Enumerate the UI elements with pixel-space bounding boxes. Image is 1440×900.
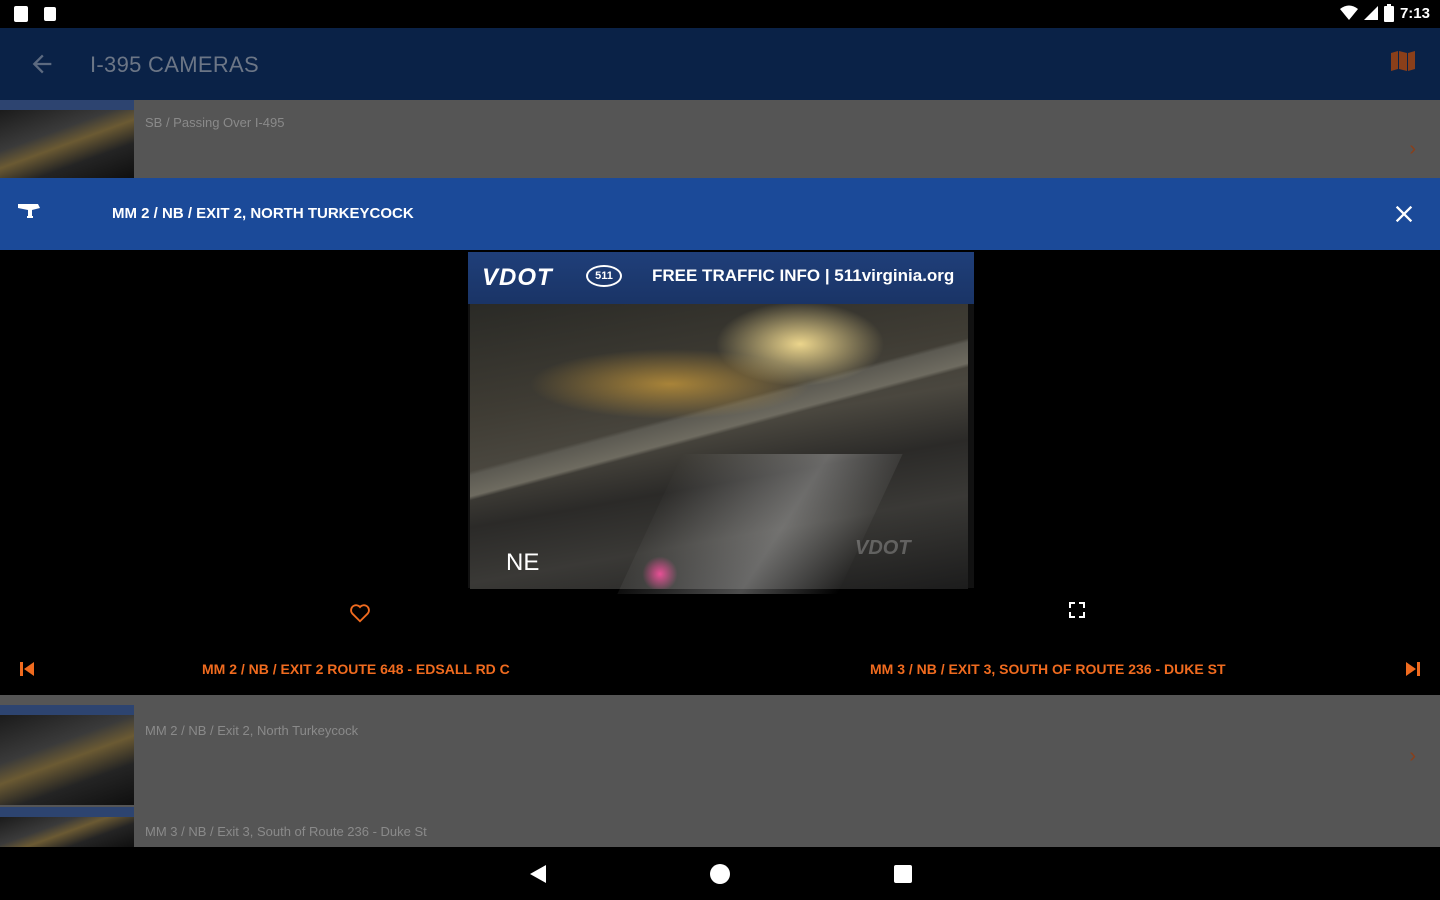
status-indicators: 7:13 bbox=[1339, 4, 1430, 22]
notification-icons bbox=[14, 6, 56, 22]
close-icon[interactable] bbox=[1390, 200, 1418, 228]
camera-image[interactable]: VDOT 511 FREE TRAFFIC INFO | 511virginia… bbox=[468, 252, 974, 594]
list-item[interactable]: MM 2 / NB / Exit 2, North Turkeycock › M… bbox=[0, 695, 1440, 847]
camera-banner: VDOT 511 FREE TRAFFIC INFO | 511virginia… bbox=[468, 252, 974, 304]
status-bar: 7:13 bbox=[0, 0, 1440, 28]
camera-thumbnail bbox=[0, 705, 134, 805]
vdot-logo: VDOT bbox=[482, 264, 553, 291]
map-icon[interactable] bbox=[1390, 50, 1416, 72]
back-triangle-icon[interactable] bbox=[528, 864, 548, 884]
dialog-body: VDOT 511 FREE TRAFFIC INFO | 511virginia… bbox=[0, 250, 1440, 695]
camera-thumbnail bbox=[0, 100, 134, 178]
skip-previous-icon[interactable] bbox=[18, 660, 36, 678]
arrow-left-icon[interactable] bbox=[28, 50, 56, 78]
battery-icon bbox=[1383, 4, 1394, 22]
chevron-right-icon: › bbox=[1409, 745, 1416, 767]
home-circle-icon[interactable] bbox=[710, 864, 730, 884]
next-camera-link[interactable]: MM 3 / NB / EXIT 3, SOUTH OF ROUTE 236 -… bbox=[870, 661, 1226, 677]
wifi-icon bbox=[1339, 5, 1358, 20]
list-item-label: SB / Passing Over I-495 bbox=[145, 115, 285, 130]
heart-icon[interactable] bbox=[349, 602, 371, 624]
fullscreen-icon[interactable] bbox=[1067, 600, 1087, 620]
skip-next-icon[interactable] bbox=[1404, 660, 1422, 678]
previous-camera-link[interactable]: MM 2 / NB / EXIT 2 ROUTE 648 - EDSALL RD… bbox=[202, 661, 510, 677]
camera-icon bbox=[18, 204, 40, 218]
status-time: 7:13 bbox=[1399, 4, 1430, 22]
notification-icon bbox=[14, 6, 28, 22]
chevron-right-icon: › bbox=[1409, 138, 1416, 160]
banner-text: FREE TRAFFIC INFO | 511virginia.org bbox=[652, 266, 955, 285]
dialog-title: MM 2 / NB / EXIT 2, NORTH TURKEYCOCK bbox=[112, 205, 414, 222]
recents-square-icon[interactable] bbox=[894, 865, 912, 883]
traffic-scene: NE VDOT bbox=[470, 304, 968, 594]
notification-icon bbox=[44, 7, 56, 21]
list-item-label: MM 2 / NB / Exit 2, North Turkeycock bbox=[145, 723, 359, 738]
page-title: I-395 CAMERAS bbox=[90, 52, 259, 77]
watermark: VDOT bbox=[855, 537, 911, 559]
camera-thumbnail bbox=[0, 807, 134, 847]
signal-icon bbox=[1363, 6, 1378, 20]
511-badge: 511 bbox=[586, 265, 622, 287]
dialog-header: MM 2 / NB / EXIT 2, NORTH TURKEYCOCK bbox=[0, 178, 1440, 250]
app-bar: I-395 CAMERAS bbox=[0, 28, 1440, 100]
road-surface bbox=[617, 454, 903, 594]
direction-label: NE bbox=[506, 549, 540, 576]
system-navigation-bar bbox=[0, 847, 1440, 900]
list-item-label: MM 3 / NB / Exit 3, South of Route 236 -… bbox=[145, 824, 427, 839]
list-item[interactable]: SB / Passing Over I-495 › bbox=[0, 100, 1440, 178]
